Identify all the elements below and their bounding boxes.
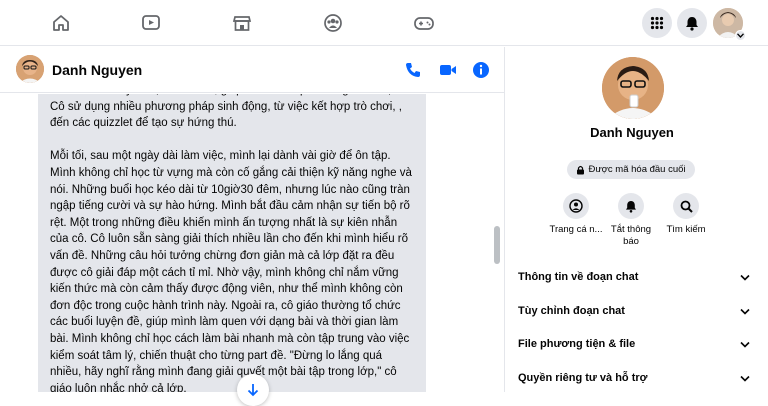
contact-profile-avatar[interactable]: [602, 57, 664, 119]
conversation-info-icon[interactable]: [472, 61, 490, 79]
groups-icon[interactable]: [320, 10, 346, 36]
top-navigation-bar: [0, 0, 768, 46]
home-icon[interactable]: [48, 10, 74, 36]
bell-icon: [618, 193, 644, 219]
lock-icon: [577, 165, 585, 174]
section-label: Thông tin về đoạn chat: [518, 271, 639, 283]
search-action-label: Tìm kiếm: [666, 224, 706, 235]
section-label: File phương tiện & file: [518, 338, 636, 350]
scroll-to-bottom-button[interactable]: [237, 374, 269, 406]
arrow-down-icon: [247, 384, 259, 397]
notifications-bell-icon[interactable]: [677, 8, 707, 38]
video-icon[interactable]: [138, 10, 164, 36]
encryption-label: Được mã hóa đầu cuối: [588, 164, 686, 175]
menu-grid-icon[interactable]: [642, 8, 672, 38]
gaming-icon[interactable]: [411, 10, 437, 36]
section-label: Quyền riêng tư và hỗ trợ: [518, 372, 648, 384]
section-customize-chat[interactable]: Tùy chỉnh đoạn chat: [518, 296, 750, 326]
conversation-info-panel: Danh Nguyen Được mã hóa đầu cuối Trang c…: [506, 47, 768, 392]
contact-name[interactable]: Danh Nguyen: [52, 62, 142, 78]
message-paragraph: Mỗi tối, sau một ngày dài làm việc, mình…: [50, 150, 412, 392]
message-list[interactable]: đã khéo léo truyền đạt kiến thức, giúp m…: [0, 94, 505, 392]
contact-avatar[interactable]: [16, 55, 44, 83]
account-chevron-down-icon[interactable]: [735, 30, 746, 41]
search-icon: [673, 193, 699, 219]
message-bubble[interactable]: đã khéo léo truyền đạt kiến thức, giúp m…: [38, 94, 426, 392]
chat-panel: Danh Nguyen đã khéo léo truyền đạt kiến …: [0, 47, 505, 406]
section-chat-info[interactable]: Thông tin về đoạn chat: [518, 262, 750, 292]
chat-header: Danh Nguyen: [0, 47, 505, 93]
section-label: Tùy chỉnh đoạn chat: [518, 305, 625, 317]
video-call-icon[interactable]: [439, 61, 457, 79]
chevron-down-icon: [740, 341, 750, 348]
profile-icon: [563, 193, 589, 219]
search-action[interactable]: Tìm kiếm: [656, 193, 716, 236]
profile-action[interactable]: Trang cá n...: [546, 193, 606, 236]
phone-call-icon[interactable]: [404, 61, 422, 79]
encryption-badge[interactable]: Được mã hóa đầu cuối: [567, 160, 695, 179]
section-media-files[interactable]: File phương tiện & file: [518, 329, 750, 359]
chevron-down-icon: [740, 375, 750, 382]
mute-action[interactable]: Tắt thông báo: [601, 193, 661, 248]
chevron-down-icon: [740, 308, 750, 315]
chevron-down-icon: [740, 274, 750, 281]
section-privacy-support[interactable]: Quyền riêng tư và hỗ trợ: [518, 363, 750, 393]
mute-action-label: Tắt thông báo: [610, 224, 652, 247]
info-contact-name: Danh Nguyen: [590, 125, 674, 140]
marketplace-icon[interactable]: [229, 10, 255, 36]
chat-scrollbar-thumb[interactable]: [494, 226, 500, 264]
message-paragraph: đã khéo léo truyền đạt kiến thức, giúp m…: [50, 94, 402, 130]
profile-action-label: Trang cá n...: [549, 224, 603, 235]
